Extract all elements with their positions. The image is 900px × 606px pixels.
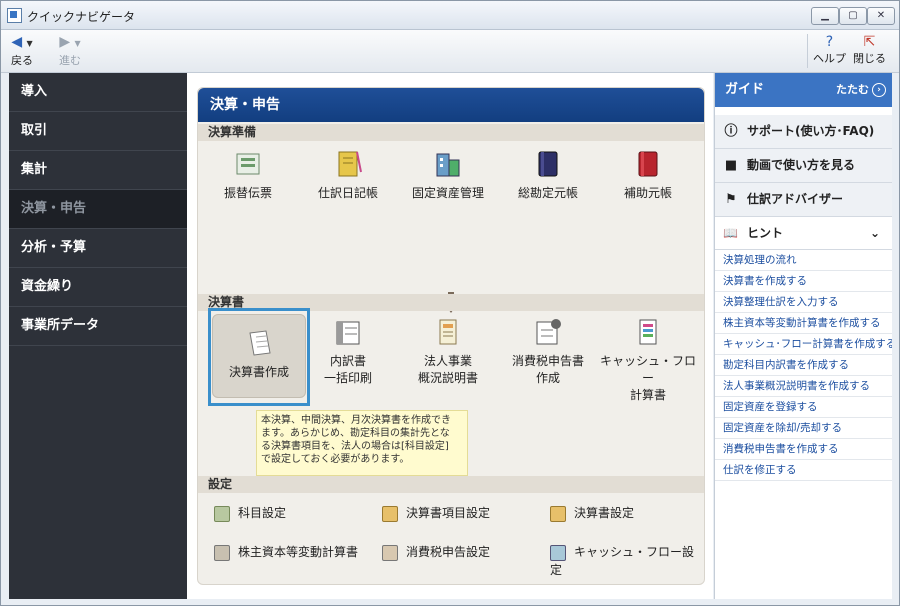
hint-link[interactable]: 決算書を作成する [715, 271, 892, 292]
close-label: 閉じる [853, 52, 886, 65]
highlight-frame [208, 308, 310, 406]
flag-icon: ⚑ [725, 192, 737, 207]
hint-link[interactable]: 固定資産を除却/売却する [715, 418, 892, 439]
transfer-slip-item[interactable]: 振替伝票 [198, 148, 298, 201]
help-button[interactable]: ? ヘルプ [813, 34, 846, 66]
breakdown-print-item[interactable]: 内訳書 一括印刷 [298, 316, 398, 386]
pencil-form-icon [382, 505, 398, 522]
tax-form-icon [536, 319, 561, 345]
tax-settings-icon [382, 544, 398, 561]
sidebar-item-cashflow[interactable]: 資金繰り [9, 268, 187, 307]
hint-section-header[interactable]: 📖 ヒント ⌄ [715, 217, 892, 250]
maximize-button[interactable]: ▢ [839, 7, 867, 25]
guide-title: ガイド [725, 82, 765, 97]
journal-advisor-button[interactable]: ⚑ 仕訳アドバイザー [715, 183, 892, 217]
window-title: クイックナビゲータ [27, 10, 136, 24]
settings-section-label: 設定 [198, 476, 704, 493]
cash-flow-settings-link[interactable]: キャッシュ・フロー設定 [550, 543, 704, 578]
hint-link[interactable]: 固定資産を登録する [715, 397, 892, 418]
overview-form-icon [439, 319, 457, 345]
close-navigator-button[interactable]: ⇱ 閉じる [853, 34, 886, 66]
prep-section-label: 決算準備 [198, 124, 704, 141]
account-settings-link[interactable]: 科目設定 [214, 504, 286, 522]
cash-flow-statement-item[interactable]: キャッシュ・フロー 計算書 [598, 316, 698, 403]
hint-link[interactable]: キャッシュ･フロー計算書を作成する [715, 334, 892, 355]
breakdown-icon [336, 321, 360, 345]
app-window: クイックナビゲータ ▁ ▢ ✕ ◀ ▼ 戻る ▶ ▼ 進む ? ヘルプ ⇱ 閉じ… [0, 0, 900, 606]
cash-flow-settings-icon [550, 544, 566, 561]
forward-arrow-icon: ▶ ▼ [59, 34, 81, 50]
journal-book-item[interactable]: 仕訳日記帳 [298, 148, 398, 201]
sidebar-item-closing[interactable]: 決算・申告 [9, 190, 187, 229]
toolbar: ◀ ▼ 戻る ▶ ▼ 進む ? ヘルプ ⇱ 閉じる [1, 30, 899, 73]
chevron-down-icon: ⌄ [869, 226, 880, 240]
tooltip: 本決算、中間決算、月次決算書を作成でき ます。あらかじめ、勘定科目の集計先とな … [256, 410, 468, 476]
guide-panel: ガイド たたむ › ⓘ サポート(使い方･FAQ) ■ 動画で使い方を見る ⚑ 仕訳アド… [714, 73, 892, 599]
back-button[interactable]: ◀ ▼ 戻る [11, 34, 33, 68]
support-faq-button[interactable]: ⓘ サポート(使い方･FAQ) [715, 115, 892, 149]
building-icon [436, 153, 460, 177]
forward-button[interactable]: ▶ ▼ 進む [59, 34, 81, 68]
equity-statement-link[interactable]: 株主資本等変動計算書 [214, 543, 358, 561]
sidebar-item-setup[interactable]: 導入 [9, 73, 187, 112]
statement-item-settings-link[interactable]: 決算書項目設定 [382, 504, 490, 522]
fixed-asset-item[interactable]: 固定資産管理 [398, 148, 498, 201]
sidebar-item-office-data[interactable]: 事業所データ [9, 307, 187, 346]
chevron-right-icon: › [872, 83, 886, 97]
hint-link[interactable]: 決算整理仕訳を入力する [715, 292, 892, 313]
equity-form-icon [214, 544, 230, 561]
red-book-icon [638, 151, 658, 177]
sub-ledger-item[interactable]: 補助元帳 [598, 148, 698, 201]
sidebar-item-totals[interactable]: 集計 [9, 151, 187, 190]
sidebar-item-analysis[interactable]: 分析・予算 [9, 229, 187, 268]
pencil-settings-icon [550, 505, 566, 522]
cash-flow-chart-icon [639, 319, 657, 345]
hint-link[interactable]: 消費税申告書を作成する [715, 439, 892, 460]
collapse-guide-button[interactable]: たたむ › [836, 73, 886, 107]
hint-link[interactable]: 法人事業概況説明書を作成する [715, 376, 892, 397]
consumption-tax-item[interactable]: 消費税申告書 作成 [498, 316, 598, 386]
sidebar: 導入 取引 集計 決算・申告 分析・予算 資金繰り 事業所データ [9, 73, 187, 599]
closing-panel: 決算・申告 決算準備 振替伝票 仕訳日記帳 固定資産管理 総勘定元帳 補助元帳 [197, 87, 705, 585]
hint-link[interactable]: 株主資本等変動計算書を作成する [715, 313, 892, 334]
hint-link[interactable]: 決算処理の流れ [715, 250, 892, 271]
business-overview-item[interactable]: 法人事業 概況説明書 [398, 316, 498, 386]
transfer-slip-icon [236, 153, 260, 175]
statement-settings-link[interactable]: 決算書設定 [550, 504, 634, 522]
hint-link[interactable]: 仕訳を修正する [715, 460, 892, 481]
title-bar: クイックナビゲータ ▁ ▢ ✕ [1, 1, 899, 30]
minimize-button[interactable]: ▁ [811, 7, 839, 25]
open-book-icon: 📖 [723, 226, 738, 240]
main-content: 決算・申告 決算準備 振替伝票 仕訳日記帳 固定資産管理 総勘定元帳 補助元帳 [187, 73, 713, 599]
account-settings-icon [214, 505, 230, 522]
video-guide-button[interactable]: ■ 動画で使い方を見る [715, 149, 892, 183]
help-label: ヘルプ [813, 52, 846, 65]
back-arrow-icon: ◀ ▼ [11, 34, 33, 50]
hint-link[interactable]: 勘定科目内訳書を作成する [715, 355, 892, 376]
sidebar-item-transactions[interactable]: 取引 [9, 112, 187, 151]
tax-settings-link[interactable]: 消費税申告設定 [382, 543, 490, 561]
journal-book-icon [338, 151, 362, 177]
forward-label: 進む [59, 54, 81, 67]
close-window-button[interactable]: ✕ [867, 7, 895, 25]
question-circle-icon: ⓘ [724, 124, 738, 139]
help-icon: ? [825, 34, 834, 50]
back-label: 戻る [11, 54, 33, 67]
app-icon [7, 8, 22, 23]
video-camera-icon: ■ [724, 158, 738, 173]
toolbar-separator [807, 34, 808, 68]
page-title: 決算・申告 [198, 88, 704, 122]
guide-header: ガイド たたむ › [715, 73, 892, 107]
ledger-book-icon [538, 151, 558, 177]
general-ledger-item[interactable]: 総勘定元帳 [498, 148, 598, 201]
exit-door-icon: ⇱ [863, 34, 876, 50]
